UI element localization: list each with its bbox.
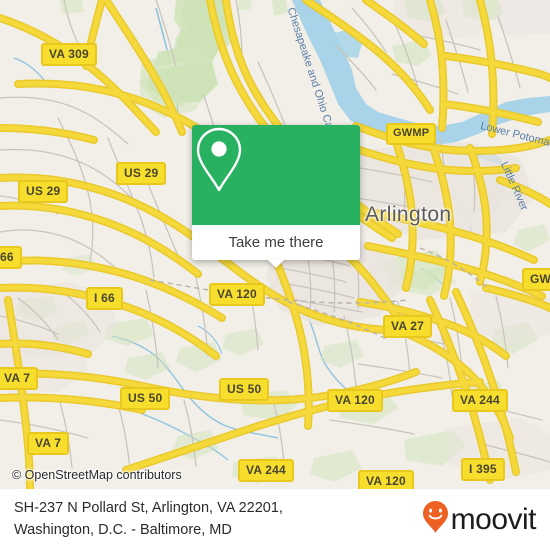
moovit-smile-pin-icon	[422, 500, 449, 539]
footer-bar: SH-237 N Pollard St, Arlington, VA 22201…	[0, 489, 550, 550]
popup-image-area	[192, 125, 360, 225]
highway-shield: VA 244	[452, 389, 508, 412]
highway-shield: GW	[522, 268, 550, 291]
address-line-2: Washington, D.C. - Baltimore, MD	[14, 521, 232, 538]
highway-shield: VA 7	[27, 432, 70, 455]
highway-shield: US 29	[116, 162, 167, 185]
highway-shield: VA 309	[41, 43, 97, 66]
moovit-wordmark: moovit	[450, 502, 537, 536]
take-me-there-label: Take me there	[228, 234, 324, 251]
highway-shield: I 66	[86, 287, 123, 310]
attribution-text: © OpenStreetMap contributors	[12, 468, 182, 482]
highway-shield: VA 120	[327, 389, 383, 412]
highway-shield: VA 27	[383, 315, 433, 338]
moovit-logo[interactable]: moovit	[422, 500, 537, 539]
popup-pointer-tip	[267, 259, 285, 268]
highway-shield: 66	[0, 246, 22, 269]
highway-shield: US 29	[18, 180, 69, 203]
location-popup-card[interactable]: Take me there	[192, 125, 360, 268]
screenshot-root: .w { fill:#a8d3e8; } .wl { stroke:#8fc4e…	[0, 0, 550, 550]
highway-shield: GWMP	[386, 123, 437, 145]
take-me-there-button[interactable]: Take me there	[192, 225, 360, 268]
map-canvas[interactable]: .w { fill:#a8d3e8; } .wl { stroke:#8fc4e…	[0, 0, 550, 489]
address-block: SH-237 N Pollard St, Arlington, VA 22201…	[14, 498, 283, 540]
highway-shield: VA 120	[209, 283, 265, 306]
highway-shield: VA 7	[0, 367, 39, 390]
map-attribution: © OpenStreetMap contributors	[0, 461, 550, 489]
address-line-1: SH-237 N Pollard St, Arlington, VA 22201…	[14, 500, 283, 517]
highway-shield: US 50	[219, 378, 270, 401]
highway-shield: US 50	[120, 387, 171, 410]
